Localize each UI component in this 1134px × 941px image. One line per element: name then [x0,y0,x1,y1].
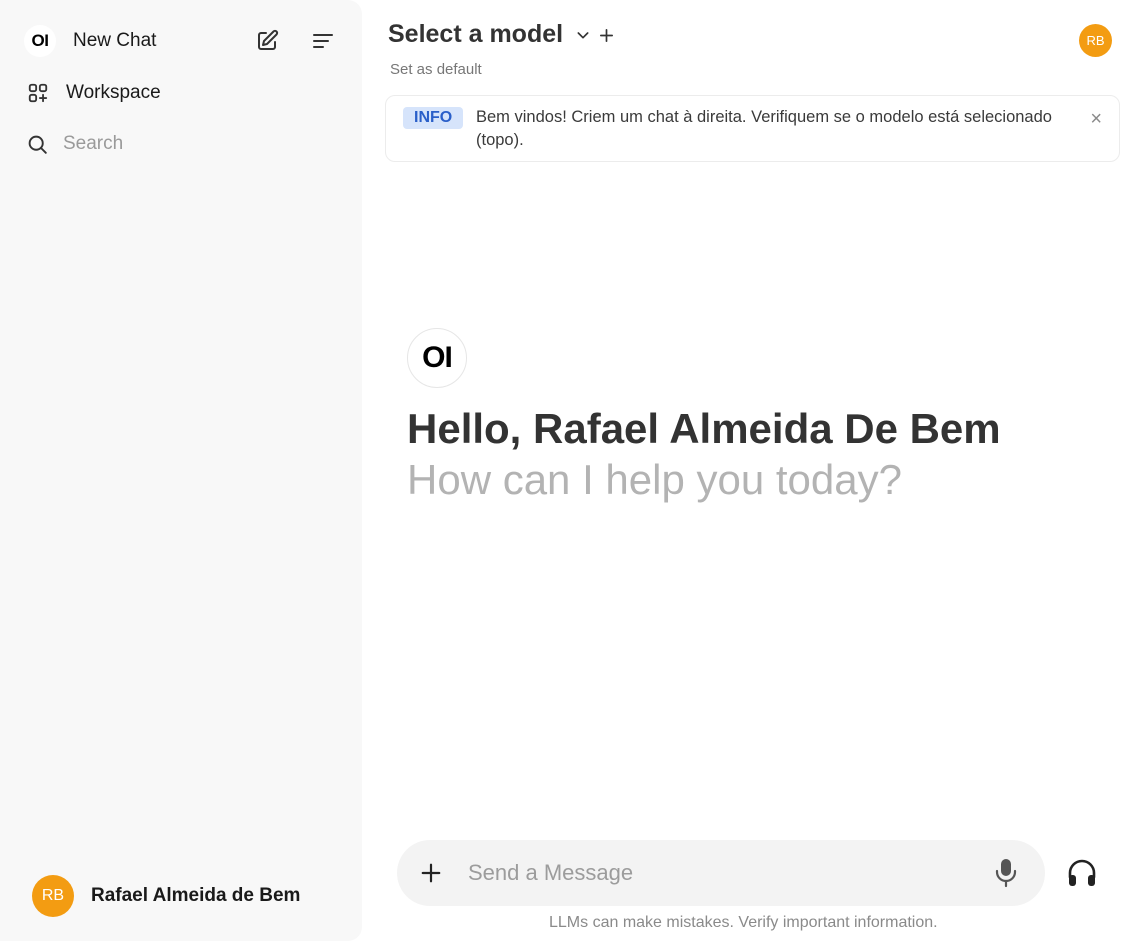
greeting-subtitle: How can I help you today? [407,456,902,503]
sidebar-search [27,133,323,155]
app-logo: OI [24,25,56,57]
model-selector[interactable]: Select a model [388,20,591,49]
user-name: Rafael Almeida de Bem [91,885,301,906]
headphones-icon[interactable] [1066,857,1098,889]
model-selector-label: Select a model [388,20,564,48]
sidebar-item-workspace[interactable]: Workspace [27,82,161,104]
set-default-button[interactable]: Set as default [390,61,482,78]
menu-lines-icon [313,34,333,48]
sidebar: OI New Chat Workspace RB [0,0,362,941]
plus-icon [421,863,441,883]
chevron-down-icon [577,31,589,38]
info-banner: INFO Bem vindos! Criem um chat à direita… [385,95,1120,162]
sidebar-menu-button[interactable] [310,28,336,54]
close-icon[interactable]: × [1090,108,1102,131]
new-chat-link[interactable]: OI New Chat [24,25,156,57]
avatar: RB [32,875,74,917]
new-chat-label: New Chat [73,30,157,51]
new-chat-button[interactable] [254,28,280,54]
header-avatar[interactable]: RB [1079,24,1112,57]
disclaimer-text: LLMs can make mistakes. Verify important… [549,914,938,931]
grid-plus-icon [28,83,48,103]
workspace-label: Workspace [66,82,161,103]
edit-icon [258,29,279,50]
add-model-button[interactable] [598,27,615,44]
search-icon [28,135,47,154]
model-logo: OI [407,328,467,388]
info-badge: INFO [403,107,464,129]
banner-text: Bem vindos! Criem um chat à direita. Ver… [476,108,1052,149]
search-input[interactable] [63,133,323,155]
user-menu[interactable]: RB Rafael Almeida de Bem [32,875,300,917]
greeting-title: Hello, Rafael Almeida De Bem [407,405,1001,452]
message-composer [397,840,1045,906]
attach-button[interactable] [417,859,445,887]
message-input[interactable] [468,860,968,886]
microphone-icon[interactable] [994,858,1018,888]
